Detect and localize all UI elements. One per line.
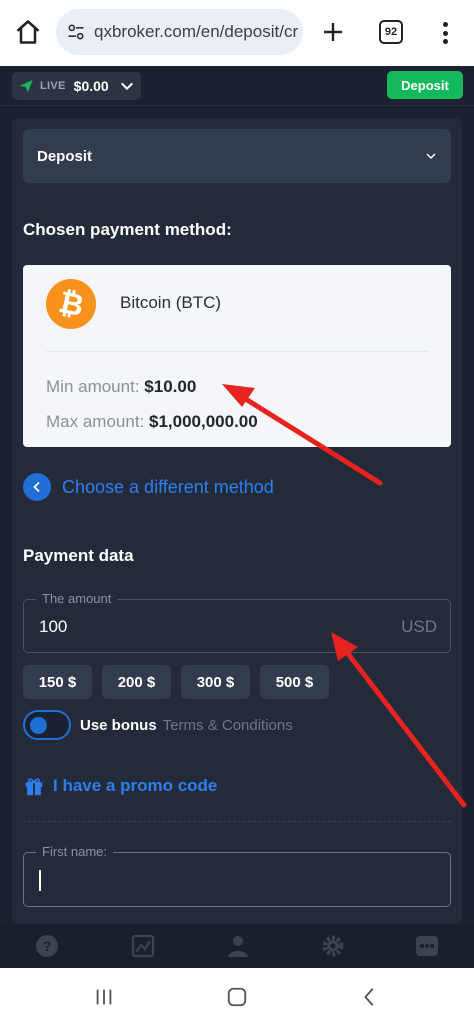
tab-count: 92	[384, 26, 398, 38]
bottom-nav: ?	[0, 924, 474, 968]
chat-icon[interactable]	[415, 934, 439, 958]
bitcoin-icon: ₿	[46, 279, 96, 329]
min-amount-label: Min amount:	[46, 377, 140, 396]
home-icon[interactable]	[14, 18, 42, 46]
max-amount-label: Max amount:	[46, 412, 145, 431]
gift-icon	[25, 778, 43, 796]
quick-amount-button[interactable]: 300 $	[181, 665, 250, 699]
back-nav-icon[interactable]	[359, 986, 381, 1008]
divider	[23, 821, 451, 822]
method-name: Bitcoin (BTC)	[120, 293, 222, 312]
max-amount-row: Max amount: $1,000,000.00	[46, 412, 258, 432]
account-type-label: LIVE	[40, 80, 66, 92]
deposit-accordion-label: Deposit	[37, 147, 93, 165]
send-icon	[19, 80, 33, 92]
svg-text:?: ?	[43, 938, 52, 954]
first-name-label: First name:	[36, 844, 114, 859]
currency-label: USD	[401, 617, 437, 636]
min-amount-value: $10.00	[144, 377, 197, 396]
quick-amount-button[interactable]: 500 $	[260, 665, 329, 699]
chevron-left-icon	[23, 473, 51, 501]
payment-data-title: Payment data	[23, 546, 134, 565]
address-bar[interactable]: qxbroker.com/en/deposit/cr	[56, 9, 303, 55]
quick-amount-button[interactable]: 200 $	[102, 665, 171, 699]
help-icon[interactable]: ?	[35, 934, 59, 958]
deposit-accordion[interactable]: Deposit	[23, 129, 451, 183]
choose-method-text: Choose a different method	[62, 476, 274, 497]
tab-switcher-button[interactable]: 92	[379, 20, 403, 44]
browser-toolbar: qxbroker.com/en/deposit/cr 92	[0, 0, 474, 66]
max-amount-value: $1,000,000.00	[149, 412, 258, 431]
divider	[46, 351, 428, 352]
url-text: qxbroker.com/en/deposit/cr	[94, 22, 299, 41]
settings-icon[interactable]	[321, 934, 345, 958]
chevron-down-icon	[426, 153, 436, 160]
more-vert-icon[interactable]	[437, 20, 453, 46]
first-name-input[interactable]: First name:	[23, 844, 451, 907]
deposit-panel: Deposit Chosen payment method: ₿ Bitcoin…	[12, 118, 462, 924]
amount-input[interactable]: The amount 100 USD	[23, 591, 451, 653]
account-switcher[interactable]: LIVE $0.00	[12, 72, 141, 100]
system-nav-bar	[0, 968, 474, 1024]
recent-apps-icon[interactable]	[93, 986, 115, 1008]
use-bonus-row: Use bonus Terms & Conditions	[23, 710, 293, 740]
payment-method-title: Chosen payment method:	[23, 220, 232, 239]
promo-code-text: I have a promo code	[53, 776, 218, 795]
quick-amount-button[interactable]: 150 $	[23, 665, 92, 699]
use-bonus-toggle[interactable]	[23, 710, 71, 740]
tune-icon[interactable]	[66, 22, 86, 42]
chevron-down-icon	[120, 82, 133, 91]
amount-value: 100	[39, 617, 68, 636]
use-bonus-label: Use bonus	[80, 716, 157, 734]
min-amount-row: Min amount: $10.00	[46, 377, 196, 397]
home-nav-icon[interactable]	[226, 986, 248, 1008]
amount-field-label: The amount	[36, 591, 118, 606]
promo-code-link[interactable]: I have a promo code	[23, 775, 217, 797]
balance-value: $0.00	[73, 78, 109, 94]
user-icon[interactable]	[226, 934, 250, 958]
payment-method-card: ₿ Bitcoin (BTC) Min amount: $10.00 Max a…	[23, 265, 451, 447]
app-header: LIVE $0.00 Deposit	[0, 66, 474, 106]
choose-method-link[interactable]: Choose a different method	[23, 473, 274, 501]
deposit-button[interactable]: Deposit	[387, 71, 463, 99]
chart-icon[interactable]	[131, 934, 155, 958]
plus-icon[interactable]	[321, 20, 345, 44]
terms-link[interactable]: Terms & Conditions	[163, 717, 293, 734]
text-caret	[39, 870, 41, 891]
